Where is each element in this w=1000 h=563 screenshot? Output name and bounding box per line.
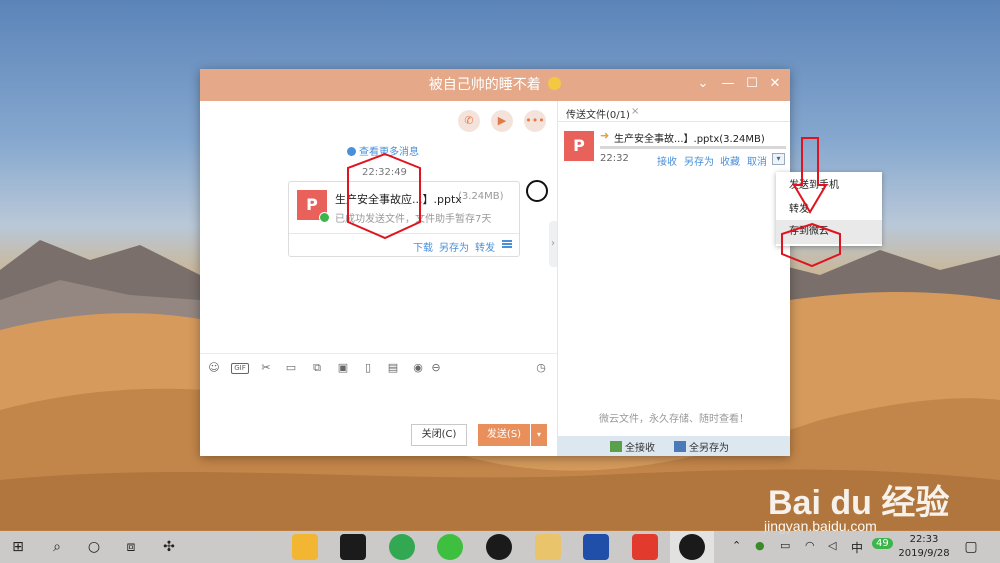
history-link-label: 查看更多消息: [359, 147, 419, 158]
music-icon[interactable]: ◉: [411, 361, 425, 375]
chevron-up-icon[interactable]: ⌃: [732, 539, 741, 552]
file-options-menu: 发送到手机 转发 存到微云: [776, 172, 882, 246]
qq-active-icon[interactable]: [679, 534, 705, 560]
shake-icon[interactable]: ▯: [361, 361, 375, 375]
incoming-arrow-icon: ➜: [600, 129, 610, 142]
maximize-button[interactable]: ☐: [744, 76, 760, 92]
chat-pane: ✆ ▶ ••• 查看更多消息 22:32:49 P 生产安全事故应...】.pp…: [200, 101, 557, 456]
store-icon[interactable]: [340, 534, 366, 560]
screenshot-scissors-icon[interactable]: ✂: [259, 361, 273, 375]
action-center-icon[interactable]: ▢: [960, 536, 982, 558]
folder-icon[interactable]: ▭: [284, 361, 298, 375]
battery-icon[interactable]: ▭: [780, 539, 790, 552]
pinwheel-app-icon[interactable]: ✣: [158, 536, 180, 558]
accept-all-label: 全接收: [625, 443, 655, 454]
system-clock[interactable]: 22:33 2019/9/28: [896, 533, 952, 561]
save-as-link[interactable]: 另存为: [684, 153, 714, 168]
file-explorer-icon[interactable]: [292, 534, 318, 560]
title-bar: 被自己帅的睡不着 ⌄ — ☐ ✕: [200, 69, 790, 101]
send-options-chevron-icon[interactable]: ▾: [531, 424, 547, 446]
watermark-brand: Bai du 经验: [768, 484, 950, 522]
taskbar: ⊞ ⌕ ○ ⧈ ✣ ⌃ ● ▭ ◠ ◁ 中 49 22:33 2019/9/28…: [0, 531, 1000, 563]
message-timestamp: 22:32:49: [362, 167, 407, 178]
send-button[interactable]: 发送(S): [478, 424, 530, 446]
clock-time: 22:33: [909, 534, 939, 545]
gif-icon[interactable]: GIF: [231, 363, 249, 374]
save-all-button[interactable]: 全另存为: [674, 439, 729, 454]
volume-icon[interactable]: ◁: [828, 539, 836, 552]
image-icon[interactable]: ▣: [336, 361, 350, 375]
history-clock-icon[interactable]: ◷: [534, 361, 548, 375]
transfer-file-name: 生产安全事故...】.pptx(3.24MB): [614, 134, 765, 145]
cancel-link[interactable]: 取消: [747, 153, 767, 168]
pptx-file-icon: P: [564, 131, 594, 161]
accept-all-button[interactable]: 全接收: [610, 439, 655, 454]
file-name: 生产安全事故应...】.pptx: [335, 193, 462, 206]
weiyun-promo: 微云文件，永久存储、随时查看！: [599, 414, 749, 425]
check-icon: [319, 212, 330, 223]
close-button[interactable]: 关闭(C): [411, 424, 467, 446]
close-window-button[interactable]: ✕: [767, 76, 783, 92]
divider: [289, 233, 519, 234]
save-as-link[interactable]: 另存为: [439, 239, 469, 254]
more-tools-icon[interactable]: ⊖: [429, 361, 443, 375]
forward-link[interactable]: 转发: [475, 239, 495, 254]
menu-item-send-to-phone[interactable]: 发送到手机: [776, 174, 882, 198]
more-icon[interactable]: •••: [524, 110, 546, 132]
search-icon[interactable]: ⌕: [46, 536, 68, 558]
menu-icon[interactable]: [502, 240, 512, 248]
file-message-card[interactable]: P 生产安全事故应...】.pptx (3.24MB) 已成功发送文件，文件助手…: [288, 181, 520, 257]
collapse-panel-handle[interactable]: ›: [549, 221, 557, 267]
menu-item-save-to-weiyun[interactable]: 存到微云: [776, 220, 882, 244]
minimize-button[interactable]: —: [720, 76, 736, 92]
tab-file-transfer[interactable]: 传送文件(0/1): [566, 106, 630, 121]
tray-app-icon[interactable]: ●: [755, 539, 765, 552]
emoji-picker-icon[interactable]: ☺: [207, 361, 221, 375]
transfer-time: 22:32: [600, 153, 629, 164]
download-icon: [610, 441, 622, 452]
clock-icon: [347, 147, 356, 156]
browser-icon[interactable]: [389, 534, 415, 560]
mail-app-icon[interactable]: [535, 534, 561, 560]
phone-call-icon[interactable]: ✆: [458, 110, 480, 132]
notification-badge[interactable]: 49: [872, 538, 893, 549]
history-link[interactable]: 查看更多消息: [347, 143, 419, 158]
ime-indicator[interactable]: 中: [851, 539, 863, 556]
doc-icon[interactable]: ▤: [386, 361, 400, 375]
wechat-icon[interactable]: [437, 534, 463, 560]
app-icon[interactable]: [632, 534, 658, 560]
task-view-icon[interactable]: ⧈: [120, 536, 142, 558]
tool-app-icon[interactable]: [583, 534, 609, 560]
file-transfer-icon[interactable]: ⧉: [310, 361, 324, 375]
file-status: 已成功发送文件，文件助手暂存7天: [335, 214, 492, 225]
cortana-icon[interactable]: ○: [83, 536, 105, 558]
accept-link[interactable]: 接收: [657, 153, 677, 168]
tab-divider: [558, 121, 790, 122]
more-options-dropdown-icon[interactable]: ▾: [772, 153, 785, 165]
chat-window: 被自己帅的睡不着 ⌄ — ☐ ✕ ✆ ▶ ••• 查看更多消息 22:32:49…: [200, 69, 790, 456]
windows-start-icon[interactable]: ⊞: [7, 536, 29, 558]
qq-icon[interactable]: [486, 534, 512, 560]
transfer-footer: 全接收 全另存为: [558, 436, 790, 456]
download-link[interactable]: 下载: [413, 239, 433, 254]
save-all-label: 全另存为: [689, 443, 729, 454]
file-transfer-panel: 传送文件(0/1) × P ➜ 生产安全事故...】.pptx(3.24MB) …: [557, 101, 790, 456]
emoji-icon: [548, 77, 562, 90]
menu-item-forward[interactable]: 转发: [776, 198, 882, 222]
favorite-link[interactable]: 收藏: [720, 153, 740, 168]
tab-close-icon[interactable]: ×: [631, 106, 639, 117]
clock-date: 2019/9/28: [898, 548, 950, 559]
window-title: 被自己帅的睡不着: [428, 77, 541, 93]
video-call-icon[interactable]: ▶: [491, 110, 513, 132]
input-divider: [200, 353, 557, 354]
baidu-watermark: Bai du 经验 jingyan.baidu.com: [760, 455, 992, 535]
chevron-down-icon[interactable]: ⌄: [695, 76, 711, 92]
wifi-icon[interactable]: ◠: [805, 539, 815, 552]
file-size: (3.24MB): [458, 191, 504, 202]
transfer-progress-bar: [600, 146, 786, 149]
save-icon: [674, 441, 686, 452]
